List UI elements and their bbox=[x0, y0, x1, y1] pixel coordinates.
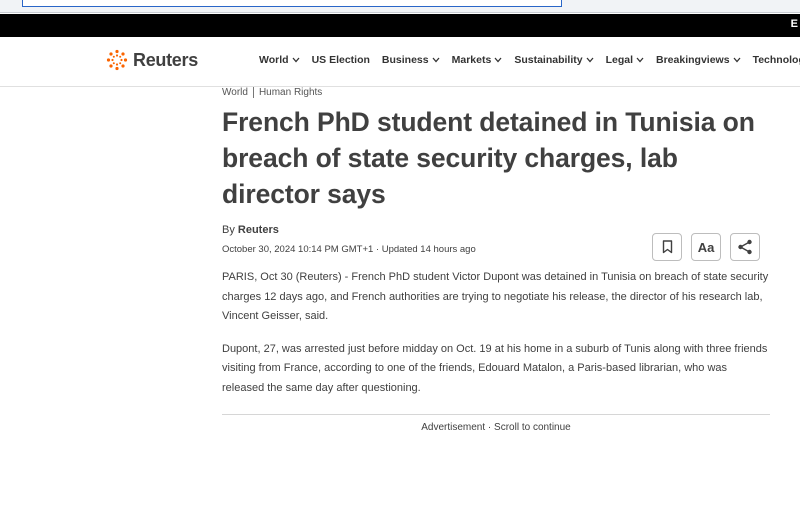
chevron-down-icon bbox=[432, 57, 440, 63]
chevron-down-icon bbox=[586, 57, 594, 63]
chevron-down-icon bbox=[636, 57, 644, 63]
bookmark-icon bbox=[662, 240, 672, 254]
author-link[interactable]: Reuters bbox=[238, 224, 279, 236]
nav-item-label: Technology bbox=[752, 54, 800, 66]
chevron-down-icon bbox=[292, 57, 300, 63]
article-paragraph: Dupont, 27, was arrested just before mid… bbox=[222, 342, 768, 394]
advertisement-label: Advertisement · Scroll to continue bbox=[421, 422, 571, 433]
article-paragraph: PARIS, Oct 30 (Reuters) - French PhD stu… bbox=[222, 271, 769, 322]
breadcrumb: World Human Rights bbox=[222, 87, 770, 98]
nav-item-label: US Election bbox=[311, 54, 370, 66]
nav-item-legal[interactable]: Legal bbox=[606, 54, 644, 66]
nav-item-technology[interactable]: Technology bbox=[753, 54, 800, 66]
nav-item-sustainability[interactable]: Sustainability bbox=[514, 54, 594, 66]
nav-item-label: Breakingviews bbox=[656, 54, 730, 66]
site-nav: Reuters World US Election Business Marke… bbox=[0, 37, 800, 87]
nav-item-label: World bbox=[259, 54, 289, 66]
top-bar: E bbox=[0, 14, 800, 37]
nav-item-label: Legal bbox=[605, 54, 634, 66]
nav-menu: World US Election Business Markets Susta… bbox=[259, 54, 800, 66]
advertisement-divider: Advertisement · Scroll to continue bbox=[222, 414, 770, 433]
article: World Human Rights French PhD student de… bbox=[222, 86, 770, 409]
nav-item-us-election[interactable]: US Election bbox=[312, 54, 370, 66]
nav-item-breakingviews[interactable]: Breakingviews bbox=[656, 54, 741, 66]
nav-item-label: Sustainability bbox=[514, 54, 583, 66]
breadcrumb-divider bbox=[252, 87, 254, 98]
text-size-label: Aa bbox=[697, 239, 715, 255]
bookmark-button[interactable] bbox=[652, 233, 682, 261]
text-size-button[interactable]: Aa bbox=[691, 233, 721, 261]
breadcrumb-world[interactable]: World bbox=[222, 87, 248, 98]
nav-item-label: Markets bbox=[451, 54, 492, 66]
article-headline: French PhD student detained in Tunisia o… bbox=[222, 107, 755, 209]
nav-item-business[interactable]: Business bbox=[382, 54, 440, 66]
share-icon bbox=[738, 239, 752, 255]
browser-chrome bbox=[0, 0, 800, 13]
nav-item-markets[interactable]: Markets bbox=[452, 54, 503, 66]
article-actions: Aa bbox=[652, 233, 769, 261]
address-bar[interactable] bbox=[22, 0, 562, 7]
chevron-down-icon bbox=[494, 57, 502, 63]
chevron-down-icon bbox=[733, 57, 741, 63]
reuters-logo[interactable]: Reuters bbox=[106, 49, 198, 71]
byline-prefix: By bbox=[222, 224, 235, 236]
brand-name: Reuters bbox=[133, 49, 198, 70]
nav-item-world[interactable]: World bbox=[259, 54, 300, 66]
topbar-edge-text[interactable]: E bbox=[791, 18, 798, 30]
nav-item-label: Business bbox=[381, 54, 429, 66]
breadcrumb-human-rights[interactable]: Human Rights bbox=[259, 87, 322, 98]
reuters-logo-icon bbox=[106, 49, 128, 71]
share-button[interactable] bbox=[730, 233, 760, 261]
